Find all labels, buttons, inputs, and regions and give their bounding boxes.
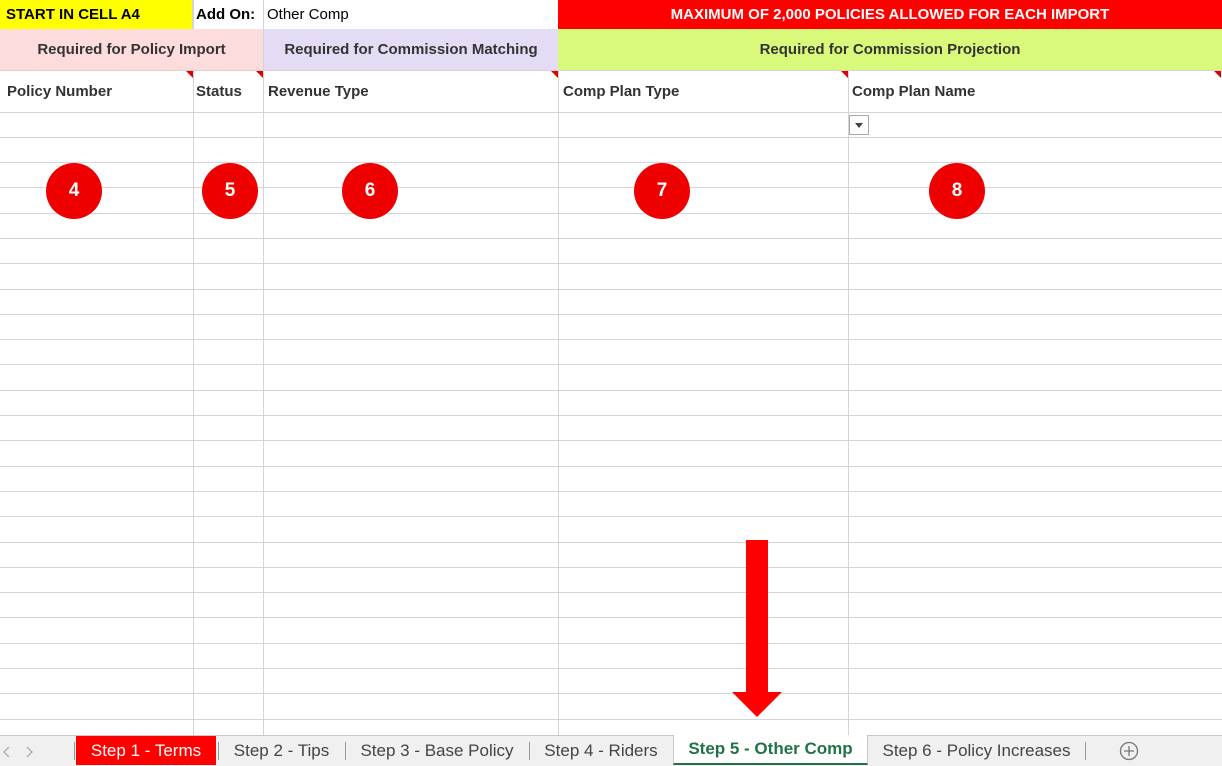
scroll-right-icon[interactable]: [25, 745, 34, 758]
row-gridline: [0, 162, 1222, 163]
comment-indicator: [256, 71, 263, 78]
add-on-label-text: Add On:: [196, 6, 256, 23]
marker-label: 4: [68, 180, 80, 201]
comment-indicator: [1214, 71, 1221, 78]
row-gridline: [0, 693, 1222, 694]
group-commission-projection-text: Required for Commission Projection: [759, 41, 1021, 58]
comment-indicator: [186, 71, 193, 78]
col-header-revenue-type[interactable]: Revenue Type: [264, 71, 558, 112]
tab-separator: [74, 742, 75, 760]
row-gridline: [0, 668, 1222, 669]
marker-circle-4: 4: [46, 163, 102, 219]
add-sheet-icon[interactable]: [1119, 741, 1139, 761]
group-policy-import-text: Required for Policy Import: [37, 41, 226, 58]
group-commission-matching[interactable]: Required for Commission Matching: [264, 29, 558, 70]
max-policies-notice[interactable]: MAXIMUM OF 2,000 POLICIES ALLOWED FOR EA…: [558, 0, 1222, 29]
col-header-status[interactable]: Status: [193, 71, 263, 112]
tab-label: Step 6 - Policy Increases: [882, 740, 1071, 760]
row-gridline: [0, 415, 1222, 416]
col-header-policy-number-text: Policy Number: [7, 83, 113, 100]
tab-label: Step 4 - Riders: [544, 740, 658, 760]
row-gridline: [0, 567, 1222, 568]
tab-step-5-other-comp[interactable]: Step 5 - Other Comp: [673, 735, 868, 765]
marker-circle-6: 6: [342, 163, 398, 219]
group-policy-import[interactable]: Required for Policy Import: [0, 29, 263, 70]
row-gridline: [0, 263, 1222, 264]
col-header-comp-plan-name[interactable]: Comp Plan Name: [848, 71, 1222, 112]
marker-label: 5: [224, 180, 236, 201]
row-gridline: [0, 617, 1222, 618]
comment-indicator: [551, 71, 558, 78]
add-on-value[interactable]: Other Comp: [264, 0, 558, 29]
arrow-down-icon: [732, 540, 782, 717]
row-gridline: [0, 390, 1222, 391]
row-gridline: [0, 466, 1222, 467]
max-policies-text: MAXIMUM OF 2,000 POLICIES ALLOWED FOR EA…: [670, 6, 1110, 23]
tab-label: Step 2 - Tips: [233, 740, 330, 760]
tab-label: Step 5 - Other Comp: [688, 739, 853, 758]
tab-step-4-riders[interactable]: Step 4 - Riders: [530, 736, 672, 765]
row-gridline: [0, 364, 1222, 365]
start-cell-note[interactable]: START IN CELL A4: [0, 0, 193, 29]
marker-circle-7: 7: [634, 163, 690, 219]
add-on-value-text: Other Comp: [267, 6, 349, 23]
tab-label: Step 1 - Terms: [90, 740, 202, 760]
col-header-comp-plan-name-text: Comp Plan Name: [852, 83, 976, 100]
row-gridline: [0, 643, 1222, 644]
marker-label: 7: [656, 180, 668, 201]
col-header-revenue-type-text: Revenue Type: [268, 83, 369, 100]
marker-label: 6: [364, 180, 376, 201]
row-gridline: [0, 719, 1222, 720]
start-cell-text: START IN CELL A4: [6, 6, 140, 23]
add-on-label[interactable]: Add On:: [193, 0, 263, 29]
col-header-comp-plan-type-text: Comp Plan Type: [563, 83, 680, 100]
tab-label: Step 3 - Base Policy: [360, 740, 514, 760]
col-header-policy-number[interactable]: Policy Number: [0, 71, 193, 112]
sheet-tab-bar: Step 1 - Terms Step 2 - Tips Step 3 - Ba…: [0, 735, 1222, 766]
row-gridline: [0, 213, 1222, 214]
row-gridline: [0, 592, 1222, 593]
group-commission-matching-text: Required for Commission Matching: [284, 41, 538, 58]
row-gridline: [0, 314, 1222, 315]
row-gridline: [0, 238, 1222, 239]
dropdown-arrow-icon[interactable]: [849, 115, 869, 135]
marker-circle-8: 8: [929, 163, 985, 219]
col-header-comp-plan-type[interactable]: Comp Plan Type: [558, 71, 848, 112]
col-header-status-text: Status: [196, 83, 242, 100]
row-gridline: [0, 339, 1222, 340]
tab-step-3-base-policy[interactable]: Step 3 - Base Policy: [346, 736, 528, 765]
marker-label: 8: [951, 180, 963, 201]
tab-step-1-terms[interactable]: Step 1 - Terms: [76, 736, 216, 765]
row-gridline: [0, 440, 1222, 441]
tab-step-6-policy-increases[interactable]: Step 6 - Policy Increases: [869, 736, 1084, 765]
scroll-left-icon[interactable]: [2, 745, 11, 758]
marker-circle-5: 5: [202, 163, 258, 219]
comment-indicator: [841, 71, 848, 78]
tab-separator: [1085, 742, 1086, 760]
row-gridline: [0, 112, 1222, 113]
row-gridline: [0, 137, 1222, 138]
row-gridline: [0, 289, 1222, 290]
row-gridline: [0, 491, 1222, 492]
row-gridline: [0, 542, 1222, 543]
row-gridline: [0, 187, 1222, 188]
group-commission-projection[interactable]: Required for Commission Projection: [558, 29, 1222, 70]
row-gridline: [0, 516, 1222, 517]
tab-step-2-tips[interactable]: Step 2 - Tips: [219, 736, 344, 765]
